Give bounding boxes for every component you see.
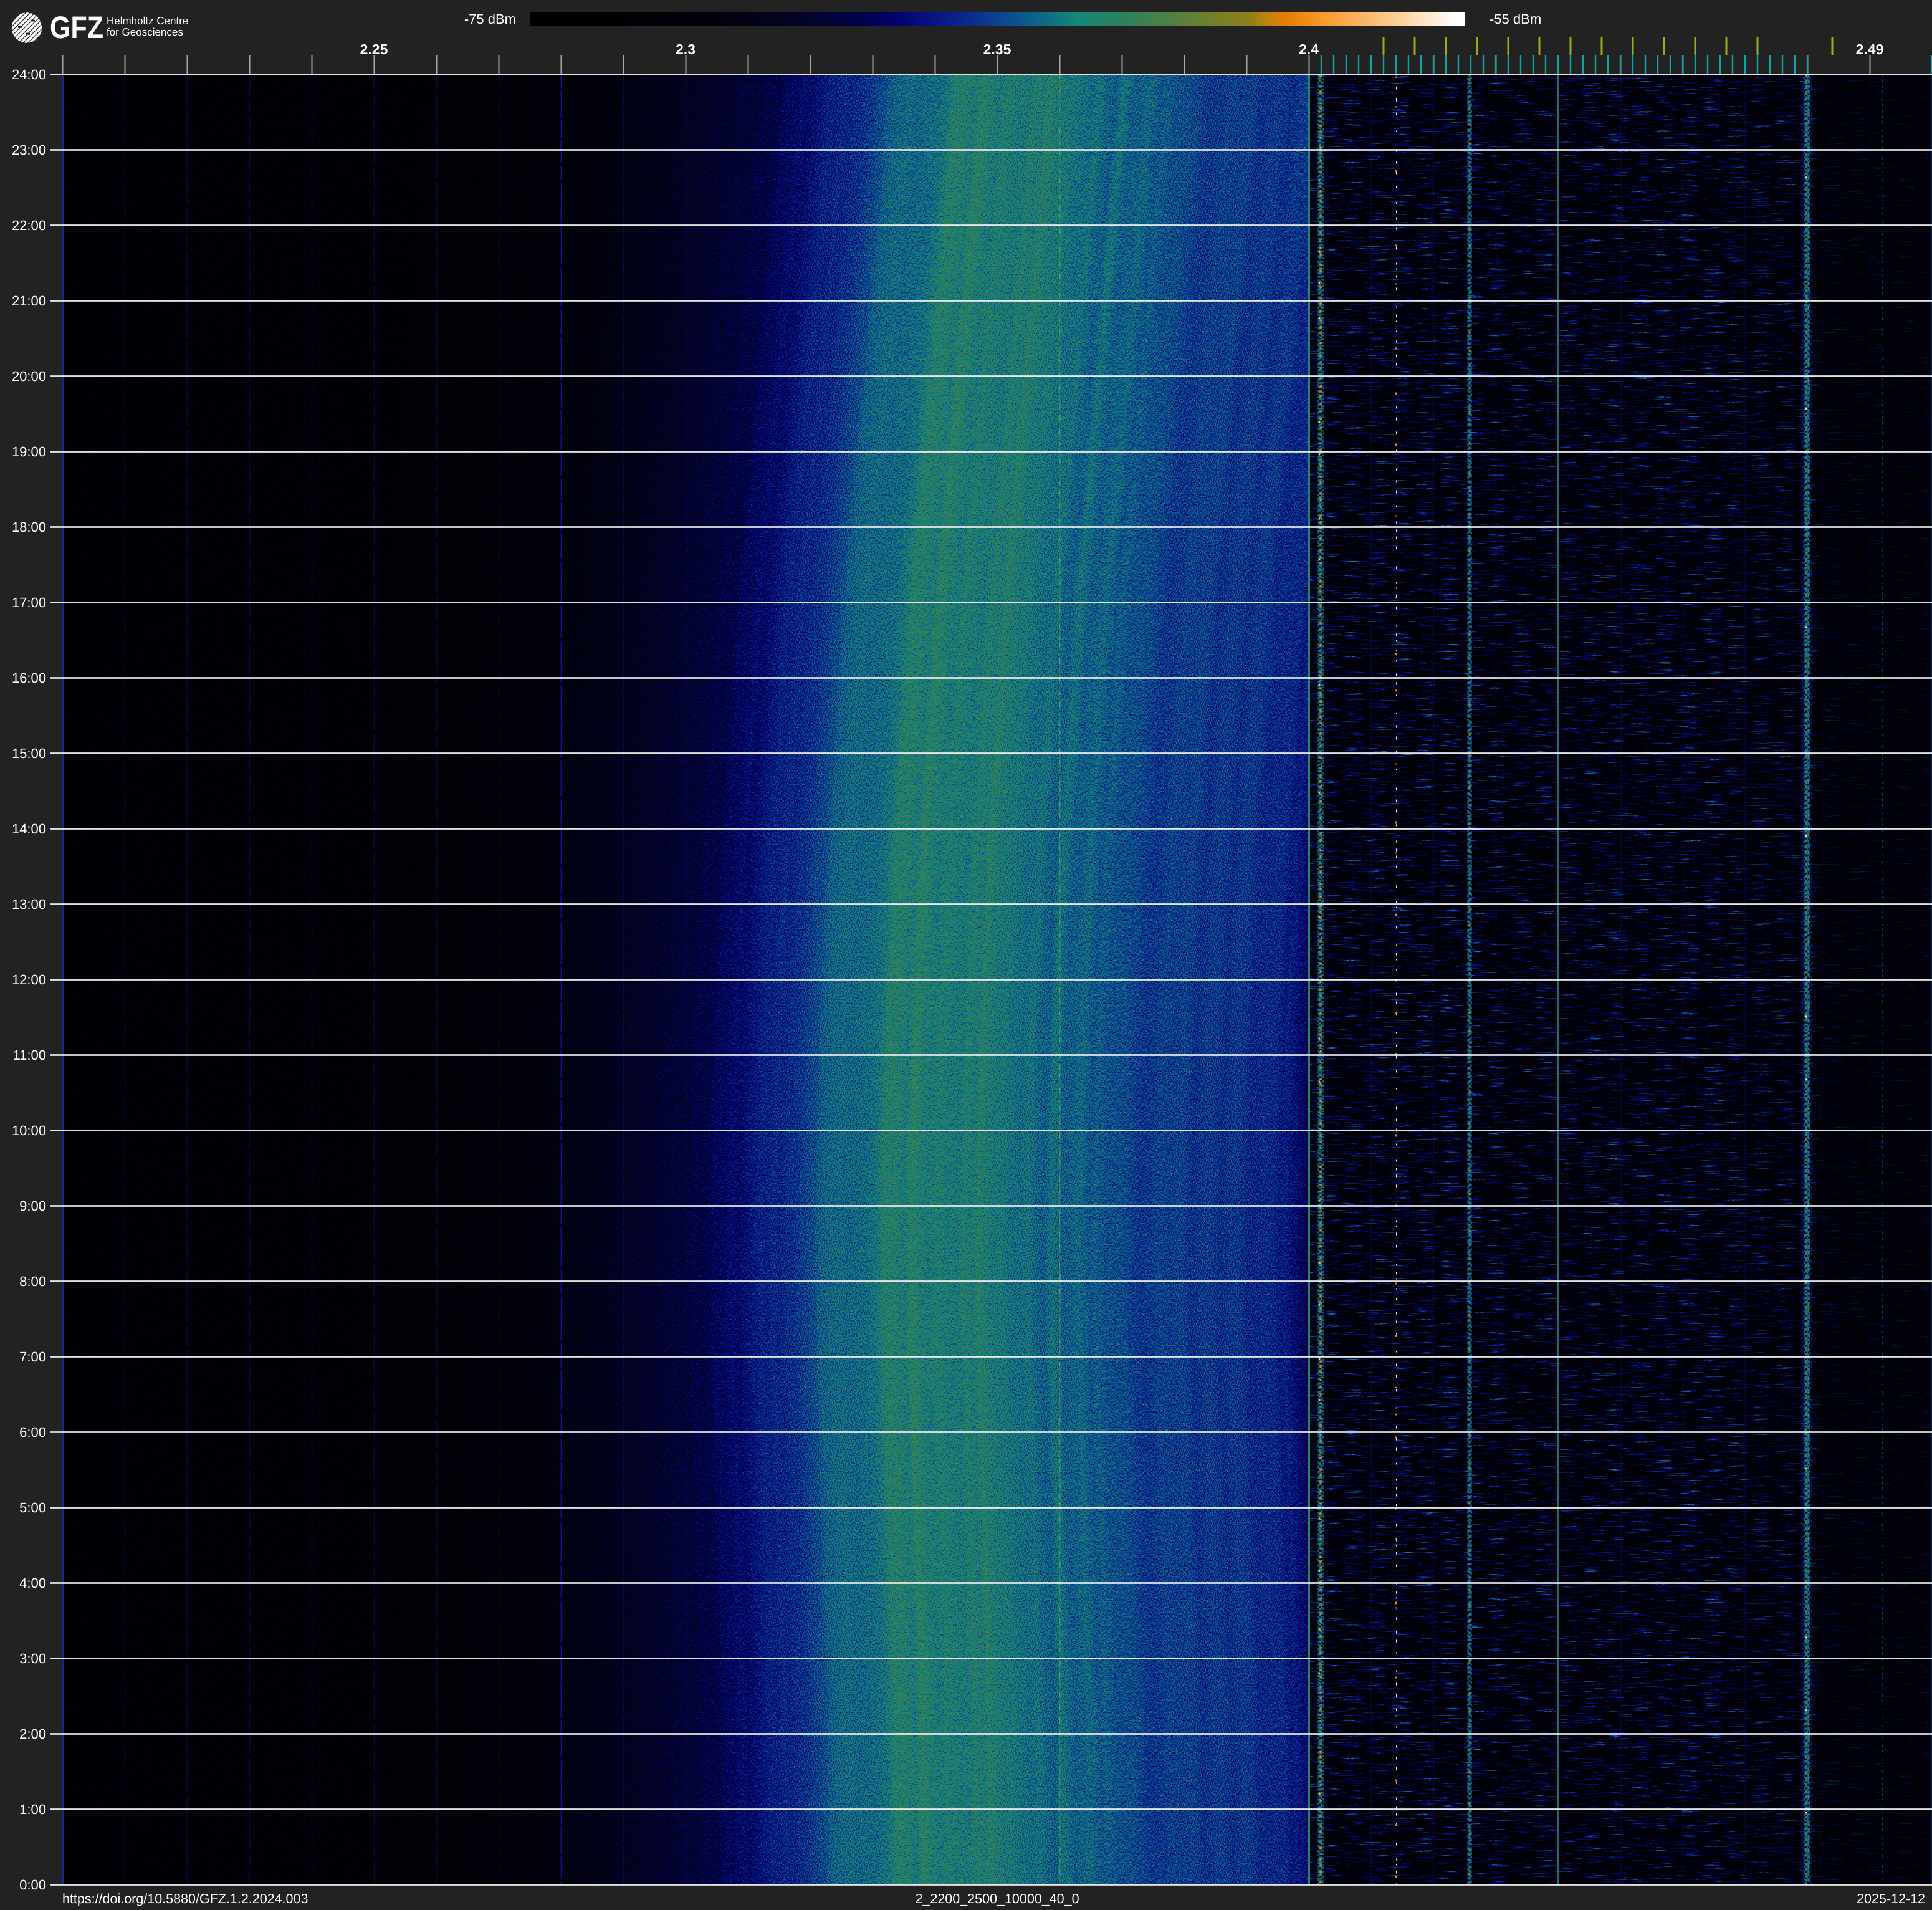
svg-text:Helmholtz Centre: Helmholtz Centre <box>107 15 188 27</box>
svg-text:2025-12-12: 2025-12-12 <box>1857 1891 1925 1906</box>
svg-text:4:00: 4:00 <box>19 1575 46 1591</box>
svg-text:2.25: 2.25 <box>360 41 388 57</box>
svg-text:24:00: 24:00 <box>12 67 46 82</box>
svg-text:19:00: 19:00 <box>12 444 46 459</box>
svg-text:23:00: 23:00 <box>12 142 46 158</box>
svg-text:16:00: 16:00 <box>12 670 46 686</box>
svg-text:12:00: 12:00 <box>12 972 46 987</box>
svg-text:13:00: 13:00 <box>12 896 46 912</box>
svg-text:9:00: 9:00 <box>19 1198 46 1214</box>
svg-text:1:00: 1:00 <box>19 1802 46 1817</box>
svg-text:-55 dBm: -55 dBm <box>1490 11 1541 27</box>
svg-text:for Geosciences: for Geosciences <box>107 26 183 38</box>
svg-text:21:00: 21:00 <box>12 293 46 309</box>
svg-text:22:00: 22:00 <box>12 218 46 233</box>
svg-text:0:00: 0:00 <box>19 1877 46 1893</box>
svg-text:15:00: 15:00 <box>12 746 46 761</box>
svg-text:8:00: 8:00 <box>19 1274 46 1289</box>
svg-text:5:00: 5:00 <box>19 1500 46 1515</box>
svg-text:-75 dBm: -75 dBm <box>464 11 516 27</box>
svg-text:11:00: 11:00 <box>13 1047 46 1063</box>
svg-text:2.4: 2.4 <box>1299 41 1319 57</box>
svg-text:20:00: 20:00 <box>12 368 46 384</box>
svg-text:6:00: 6:00 <box>19 1424 46 1440</box>
svg-text:2.3: 2.3 <box>676 41 696 57</box>
svg-text:2.49: 2.49 <box>1856 41 1884 57</box>
svg-text:3:00: 3:00 <box>19 1651 46 1666</box>
svg-text:2.35: 2.35 <box>983 41 1011 57</box>
svg-text:18:00: 18:00 <box>12 519 46 535</box>
svg-text:7:00: 7:00 <box>19 1349 46 1365</box>
svg-text:https://doi.org/10.5880/GFZ.1.: https://doi.org/10.5880/GFZ.1.2.2024.003 <box>62 1891 308 1906</box>
svg-text:10:00: 10:00 <box>12 1123 46 1138</box>
svg-text:17:00: 17:00 <box>12 595 46 610</box>
svg-text:2:00: 2:00 <box>19 1726 46 1742</box>
svg-text:14:00: 14:00 <box>12 821 46 837</box>
svg-text:GFZ: GFZ <box>50 10 103 45</box>
svg-text:2_2200_2500_10000_40_0: 2_2200_2500_10000_40_0 <box>915 1891 1079 1906</box>
